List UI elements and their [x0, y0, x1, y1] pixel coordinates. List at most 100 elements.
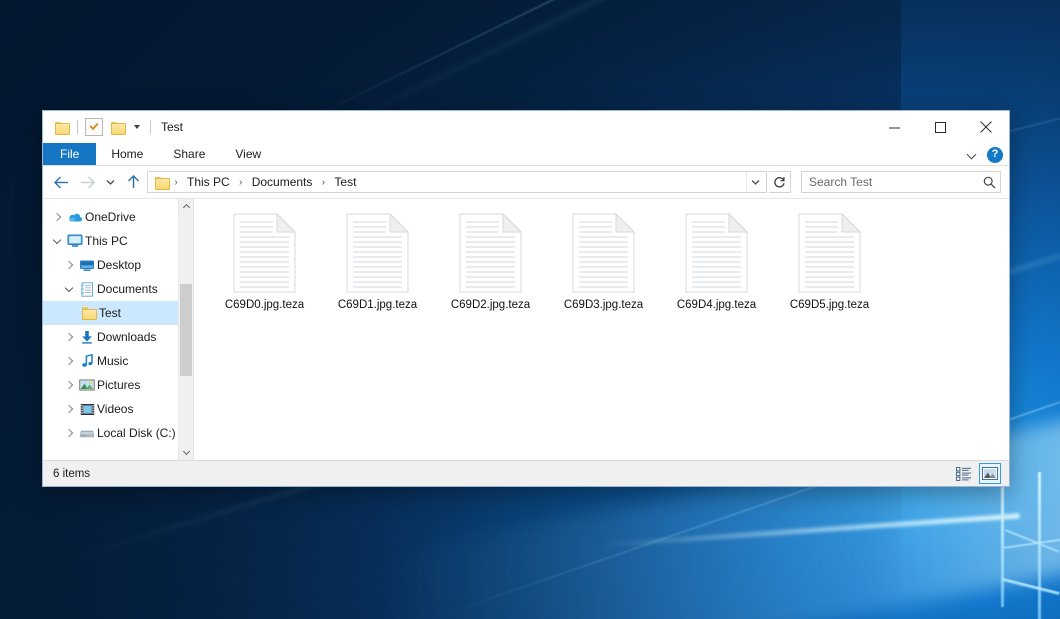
- ribbon-right-controls: ?: [968, 143, 1003, 166]
- recent-locations-button[interactable]: [101, 170, 119, 194]
- help-icon[interactable]: ?: [987, 147, 1003, 163]
- sidebar-item-local-disk-c[interactable]: Local Disk (C:): [43, 421, 179, 445]
- pictures-icon: [77, 379, 97, 391]
- sidebar-item-downloads[interactable]: Downloads: [43, 325, 179, 349]
- breadcrumb-item-this-pc[interactable]: This PC: [182, 175, 235, 189]
- sidebar-item-music[interactable]: Music: [43, 349, 179, 373]
- breadcrumb-item-test[interactable]: Test: [329, 175, 361, 189]
- file-item[interactable]: C69D4.jpg.teza: [660, 211, 773, 331]
- expander-collapsed-icon[interactable]: [61, 430, 77, 436]
- tab-file[interactable]: File: [43, 143, 96, 165]
- refresh-button[interactable]: [769, 171, 791, 193]
- sidebar-item-documents[interactable]: Documents: [43, 277, 179, 301]
- view-toggle-group: [953, 463, 1001, 484]
- large-icons-view-button[interactable]: [979, 463, 1001, 484]
- title-bar: Test: [43, 111, 1009, 143]
- file-item[interactable]: C69D5.jpg.teza: [773, 211, 886, 331]
- file-name: C69D2.jpg.teza: [451, 299, 530, 311]
- sidebar-item-pictures[interactable]: Pictures: [43, 373, 179, 397]
- tab-share[interactable]: Share: [158, 143, 220, 165]
- status-bar: 6 items: [43, 460, 1009, 486]
- file-name: C69D1.jpg.teza: [338, 299, 417, 311]
- new-folder-icon[interactable]: [108, 118, 126, 136]
- maximize-button[interactable]: [917, 111, 963, 143]
- address-folder-icon: [155, 177, 168, 188]
- breadcrumb-separator: ›: [317, 177, 329, 188]
- sidebar-item-label: Pictures: [97, 378, 140, 392]
- address-dropdown-icon[interactable]: [746, 172, 764, 192]
- file-name: C69D0.jpg.teza: [225, 299, 304, 311]
- sidebar-item-label: Documents: [97, 282, 158, 296]
- generic-document-icon: [798, 213, 861, 293]
- videos-icon: [77, 403, 97, 416]
- sidebar-item-label: This PC: [85, 234, 128, 248]
- forward-button[interactable]: [75, 170, 99, 194]
- sidebar-item-label: Music: [97, 354, 128, 368]
- file-name: C69D3.jpg.teza: [564, 299, 643, 311]
- expander-collapsed-icon[interactable]: [61, 262, 77, 268]
- generic-document-icon: [346, 213, 409, 293]
- sidebar-item-label: OneDrive: [85, 210, 136, 224]
- file-grid: C69D0.jpg.teza: [208, 211, 1009, 331]
- search-icon: [983, 176, 996, 189]
- expander-collapsed-icon[interactable]: [61, 358, 77, 364]
- expander-collapsed-icon[interactable]: [61, 334, 77, 340]
- expander-collapsed-icon[interactable]: [49, 214, 65, 220]
- navigation-tree: OneDrive This PC: [43, 205, 193, 445]
- scroll-down-icon[interactable]: [179, 445, 193, 460]
- scroll-up-icon[interactable]: [179, 199, 193, 214]
- sidebar-item-desktop[interactable]: Desktop: [43, 253, 179, 277]
- file-item[interactable]: C69D3.jpg.teza: [547, 211, 660, 331]
- file-list-area[interactable]: C69D0.jpg.teza: [193, 199, 1009, 460]
- breadcrumb: › This PC › Documents › Test: [170, 175, 746, 189]
- onedrive-icon: [65, 211, 85, 223]
- file-explorer-window: Test File Home Share View ?: [42, 110, 1010, 487]
- window-controls: [871, 111, 1009, 143]
- toolbar-separator: [77, 120, 78, 134]
- sidebar-item-onedrive[interactable]: OneDrive: [43, 205, 179, 229]
- sidebar-item-this-pc[interactable]: This PC: [43, 229, 179, 253]
- quick-access-toolbar: [43, 111, 153, 143]
- up-button[interactable]: [121, 170, 145, 194]
- close-button[interactable]: [963, 111, 1009, 143]
- search-input[interactable]: Search Test: [809, 175, 983, 189]
- expander-expanded-icon[interactable]: [49, 237, 65, 246]
- generic-document-icon: [572, 213, 635, 293]
- sidebar-item-videos[interactable]: Videos: [43, 397, 179, 421]
- file-item[interactable]: C69D1.jpg.teza: [321, 211, 434, 331]
- address-bar[interactable]: › This PC › Documents › Test: [147, 171, 767, 193]
- thispc-icon: [65, 234, 85, 248]
- minimize-button[interactable]: [871, 111, 917, 143]
- tab-view[interactable]: View: [220, 143, 276, 165]
- details-view-button[interactable]: [953, 463, 975, 484]
- folder-icon[interactable]: [52, 118, 70, 136]
- back-button[interactable]: [49, 170, 73, 194]
- item-count-label: 6 items: [53, 468, 90, 480]
- file-item[interactable]: C69D0.jpg.teza: [208, 211, 321, 331]
- file-item[interactable]: C69D2.jpg.teza: [434, 211, 547, 331]
- expander-collapsed-icon[interactable]: [61, 382, 77, 388]
- address-bar-row: › This PC › Documents › Test Search Test: [43, 166, 1009, 198]
- breadcrumb-item-documents[interactable]: Documents: [247, 175, 318, 189]
- drive-icon: [77, 427, 97, 439]
- window-title: Test: [161, 120, 183, 134]
- properties-icon[interactable]: [85, 118, 103, 136]
- generic-document-icon: [685, 213, 748, 293]
- breadcrumb-separator: ›: [235, 177, 247, 188]
- expander-expanded-icon[interactable]: [61, 285, 77, 294]
- explorer-body: OneDrive This PC: [43, 198, 1009, 460]
- toolbar-separator: [150, 120, 151, 134]
- sidebar-item-label: Test: [99, 306, 121, 320]
- sidebar-item-label: Downloads: [97, 330, 156, 344]
- sidebar-item-test[interactable]: Test: [43, 301, 179, 325]
- navigation-scrollbar[interactable]: [178, 199, 193, 460]
- expander-collapsed-icon[interactable]: [61, 406, 77, 412]
- customize-caret-icon[interactable]: [134, 125, 140, 129]
- sidebar-item-label: Local Disk (C:): [97, 426, 176, 440]
- tab-home[interactable]: Home: [96, 143, 158, 165]
- sidebar-item-label: Videos: [97, 402, 133, 416]
- scrollbar-thumb[interactable]: [180, 284, 192, 376]
- music-icon: [77, 354, 97, 368]
- search-box[interactable]: Search Test: [801, 171, 1001, 193]
- chevron-down-icon[interactable]: [968, 150, 977, 159]
